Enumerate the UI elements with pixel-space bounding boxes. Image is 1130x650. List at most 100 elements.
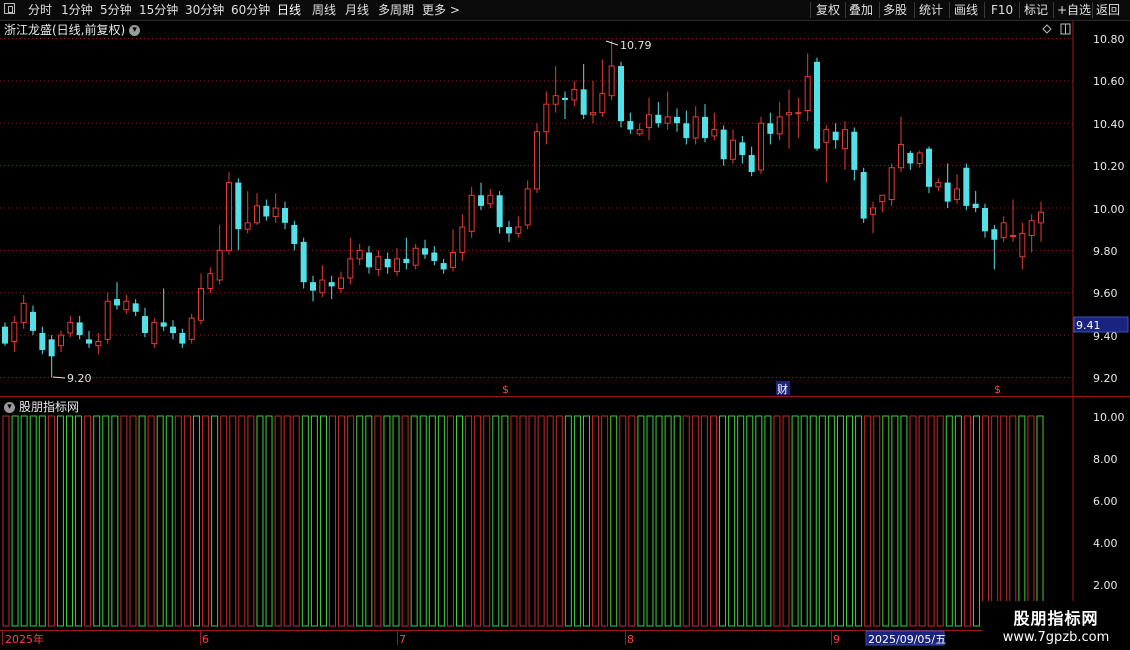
date-axis-label: 7 bbox=[399, 633, 406, 646]
indicator-bar bbox=[319, 415, 327, 627]
indicator-bar bbox=[991, 415, 999, 627]
stock-chart-title[interactable]: 浙江龙盛(日线,前复权) ▾ bbox=[4, 21, 141, 38]
candle bbox=[1010, 199, 1016, 242]
candle bbox=[842, 121, 848, 170]
candle bbox=[879, 194, 886, 213]
candle bbox=[944, 163, 951, 208]
indicator-bar bbox=[437, 415, 445, 627]
indicator-bar bbox=[728, 415, 736, 627]
indicator-bar bbox=[737, 415, 745, 627]
candle bbox=[160, 288, 167, 331]
low-price-label: 9.20 bbox=[67, 372, 92, 385]
indicator-bar bbox=[174, 415, 182, 627]
candle bbox=[954, 174, 960, 204]
candle bbox=[1038, 201, 1044, 242]
indicator-bar bbox=[719, 415, 727, 627]
candle bbox=[356, 244, 363, 266]
indicator-bar bbox=[111, 415, 119, 627]
indicator-bar bbox=[800, 415, 808, 627]
candle bbox=[39, 326, 46, 355]
candle bbox=[683, 110, 690, 145]
price-axis-label: 10.00 bbox=[1093, 203, 1125, 216]
candle bbox=[1028, 214, 1035, 253]
indicator-bar bbox=[809, 415, 817, 627]
indicator-bar bbox=[38, 415, 46, 627]
candle bbox=[300, 237, 307, 289]
indicator-bar bbox=[202, 415, 210, 627]
dividend-marker[interactable]: $ bbox=[502, 383, 509, 396]
indicator-bar bbox=[646, 415, 654, 627]
diamond-icon[interactable] bbox=[1042, 24, 1052, 34]
candle bbox=[730, 129, 736, 164]
high-price-label: 10.79 bbox=[620, 39, 652, 52]
candle bbox=[179, 328, 186, 348]
indicator-bar bbox=[84, 415, 92, 627]
chevron-down-icon[interactable]: ▾ bbox=[4, 402, 15, 413]
indicator-bar bbox=[891, 415, 899, 627]
candle bbox=[76, 316, 83, 340]
indicator-bar bbox=[120, 415, 128, 627]
financial-report-marker[interactable]: 财 bbox=[777, 382, 788, 396]
candle bbox=[907, 150, 914, 170]
stock-title-text: 浙江龙盛(日线,前复权) bbox=[4, 23, 126, 37]
candle bbox=[580, 63, 587, 120]
indicator-bar bbox=[238, 415, 246, 627]
candle bbox=[692, 106, 699, 145]
indicator-bar bbox=[410, 415, 418, 627]
candle bbox=[226, 171, 232, 255]
candle bbox=[982, 203, 988, 238]
indicator-axis-label: 10.00 bbox=[1093, 411, 1125, 424]
indicator-bar bbox=[456, 415, 464, 627]
indicator-bar bbox=[655, 415, 663, 627]
candle bbox=[188, 313, 195, 344]
date-axis-label: 2025年 bbox=[5, 632, 44, 646]
indicator-bar bbox=[764, 415, 772, 627]
candle bbox=[319, 265, 326, 297]
indicator-bar bbox=[691, 415, 699, 627]
cursor-date-label: 2025/09/05/五 bbox=[868, 633, 946, 646]
indicator-bar bbox=[755, 415, 763, 627]
candle bbox=[20, 294, 27, 329]
indicator-bar bbox=[836, 415, 844, 627]
candle bbox=[636, 123, 643, 136]
candle bbox=[244, 191, 251, 234]
dividend-marker[interactable]: $ bbox=[994, 383, 1001, 396]
candle bbox=[571, 80, 578, 107]
candle bbox=[123, 294, 130, 314]
candle bbox=[468, 186, 475, 238]
indicator-bars-layer bbox=[2, 415, 1044, 627]
indicator-bar bbox=[528, 415, 536, 627]
watermark-url: www.7gpzb.com bbox=[1002, 630, 1110, 645]
candle bbox=[95, 333, 102, 355]
indicator-bar bbox=[383, 415, 391, 627]
candle bbox=[804, 53, 811, 122]
candle bbox=[263, 199, 270, 221]
indicator-bar bbox=[192, 415, 200, 627]
candle bbox=[786, 89, 792, 149]
high-low-annotations: 10.79 9.20 bbox=[52, 39, 652, 385]
candle bbox=[916, 150, 923, 168]
candle bbox=[795, 97, 802, 139]
indicator-bar bbox=[909, 415, 917, 627]
indicator-bar bbox=[56, 415, 64, 627]
indicator-bar bbox=[936, 415, 944, 627]
indicator-bar bbox=[619, 415, 627, 627]
indicator-bar bbox=[573, 415, 581, 627]
candle bbox=[534, 123, 540, 194]
candle bbox=[142, 307, 148, 338]
chevron-down-icon[interactable]: ▾ bbox=[129, 25, 141, 36]
indicator-bar bbox=[20, 415, 28, 627]
candle bbox=[132, 299, 139, 317]
candle bbox=[991, 224, 998, 270]
watermark: 股朋指标网 www.7gpzb.com bbox=[982, 601, 1130, 650]
candle bbox=[394, 248, 400, 276]
indicator-bar bbox=[47, 415, 55, 627]
candle bbox=[618, 61, 624, 128]
indicator-bar bbox=[818, 415, 826, 627]
candle bbox=[963, 163, 970, 211]
current-price-label: 9.41 bbox=[1076, 319, 1101, 332]
indicator-bar bbox=[165, 415, 173, 627]
candle bbox=[543, 91, 550, 145]
indicator-bar bbox=[65, 415, 73, 627]
indicator-panel-title[interactable]: ▾ 股朋指标网 bbox=[4, 398, 79, 415]
